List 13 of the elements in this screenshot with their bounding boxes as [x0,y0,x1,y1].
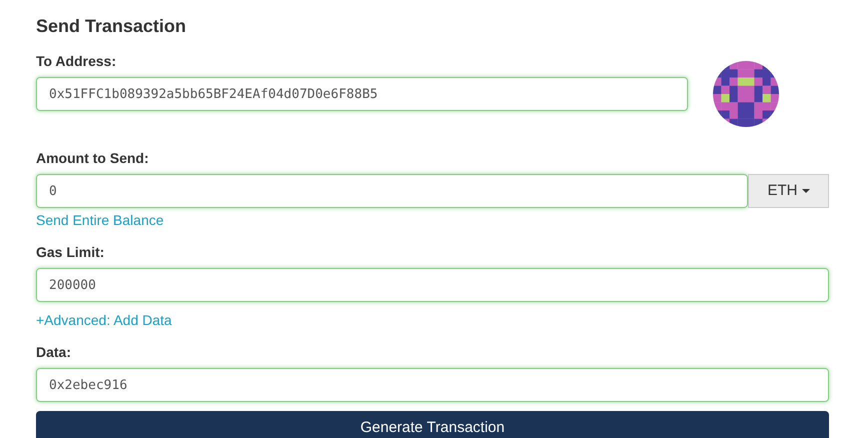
input-field[interactable]: 0 [36,174,748,208]
caret-icon [802,189,810,193]
identicon-icon [713,61,779,127]
input-field[interactable]: 200000 [36,268,829,302]
field-label: Gas Limit: [36,243,104,262]
input-field[interactable]: 0x2ebec916 [36,368,829,402]
input-field[interactable]: 0x51FFC1b089392a5bb65BF24EAf04d07D0e6F88B5 [36,77,688,111]
generate-transaction-button[interactable]: Generate Transaction [36,411,829,438]
field-label: To Address: [36,52,116,71]
page-title: Send Transaction [36,15,186,38]
field-label: Amount to Send: [36,149,149,168]
unit-dropdown[interactable]: ETH [748,174,829,208]
field-label: Data: [36,343,72,362]
